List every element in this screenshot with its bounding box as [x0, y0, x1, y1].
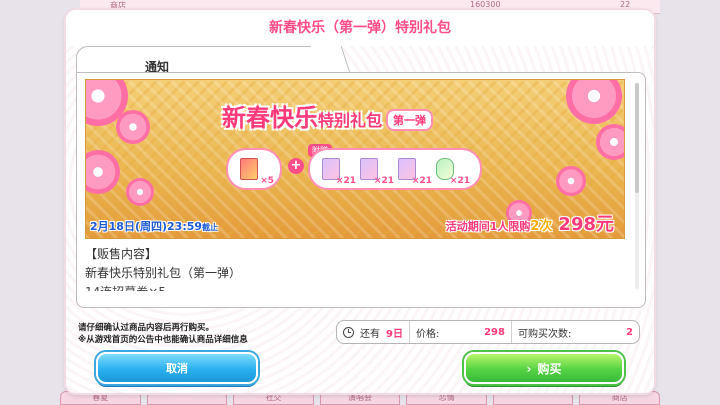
deadline-suffix: 截止: [202, 223, 219, 232]
limit-count: 2次: [530, 219, 553, 234]
banner-price: 298元: [558, 214, 614, 235]
banner-title-main: 新春快乐: [222, 103, 318, 132]
flower-decoration: [556, 166, 586, 196]
cushion-icon: ×21: [432, 154, 470, 186]
flower-decoration: [566, 80, 622, 124]
item-qty: ×21: [449, 176, 470, 186]
bg-tab: [146, 391, 228, 405]
bg-tab: 社交: [233, 391, 314, 405]
description-heading: 【贩售内容】: [85, 247, 158, 261]
price-cell: 价格: 298: [408, 321, 511, 343]
clock-icon: [343, 326, 354, 338]
flower-decoration: [596, 124, 624, 160]
plus-icon: +: [288, 158, 304, 174]
flower-decoration: [86, 150, 120, 194]
card-icon: ×21: [318, 154, 356, 186]
bg-tab: 春夏: [60, 391, 141, 405]
main-item-group: ×5: [226, 148, 282, 190]
item-qty: ×21: [373, 176, 394, 186]
purchase-dialog: 新春快乐（第一弹）特别礼包 通知 新春快乐特别礼包第一弹 ×5 + 附: [66, 10, 654, 393]
pack-banner: 新春快乐特别礼包第一弹 ×5 + 附赠 ×21 ×21: [85, 79, 625, 239]
content-scrollbar[interactable]: [635, 83, 639, 289]
ticket-icon-shape: [240, 158, 258, 180]
purchase-limit: 活动期间1人限购2次 298元: [446, 210, 614, 236]
remaining-value: 9日: [386, 328, 403, 340]
purchasable-value: 2: [626, 326, 633, 338]
notice-content[interactable]: 新春快乐特别礼包第一弹 ×5 + 附赠 ×21 ×21: [76, 72, 646, 308]
flower-decoration: [126, 178, 154, 206]
card-icon: ×21: [394, 154, 432, 186]
banner-tag: 第一弹: [386, 108, 434, 131]
price-value: 298: [484, 326, 505, 338]
purchasable-cell: 可购买次数: 2: [510, 321, 639, 343]
bonus-item-group: ×21 ×21 ×21 ×21: [308, 148, 482, 190]
chevron-right-icon: ›: [526, 362, 532, 376]
purchase-info-bar: 还有 9日 价格: 298 可购买次数: 2: [336, 320, 640, 344]
flower-decoration: [116, 110, 150, 144]
price-label: 价格:: [415, 328, 440, 340]
limit-text: 活动期间1人限购: [445, 220, 531, 233]
banner-title: 新春快乐特别礼包 第一弹: [222, 98, 434, 133]
notes: 请仔细确认过商品内容后再行购买。 ※从游戏首页的公告中也能确认商品详细信息: [78, 322, 248, 346]
bg-tab: 商店: [579, 391, 661, 405]
description-line: 14连招募卷×5: [85, 283, 241, 291]
cancel-button[interactable]: 取消: [96, 352, 258, 384]
dialog-title: 新春快乐（第一弹）特别礼包: [66, 10, 654, 46]
ticket-icon: ×5: [236, 154, 274, 186]
note-line: 请仔细确认过商品内容后再行购买。: [78, 323, 215, 333]
buy-button[interactable]: › 购买: [464, 352, 624, 384]
remaining-label: 还有: [360, 328, 380, 340]
banner-title-suffix: 特别礼包: [318, 111, 383, 130]
item-qty: ×5: [260, 176, 274, 186]
background-bottom-tabs: 春夏 社交 演唱会 恋情 商店: [60, 391, 661, 405]
cancel-button-label: 取消: [166, 362, 188, 375]
bg-tab: 恋情: [406, 391, 487, 405]
remaining-cell: 还有 9日: [337, 321, 409, 343]
buy-button-label: 购买: [537, 362, 562, 376]
deadline-text: 2月18日(周四)23:59截止: [90, 218, 218, 234]
item-qty: ×21: [335, 176, 356, 186]
note-line: ※从游戏首页的公告中也能确认商品详细信息: [78, 335, 248, 345]
item-qty: ×21: [411, 176, 432, 186]
bg-tab: [492, 391, 574, 405]
deadline-date: 2月18日(周四)23:59: [90, 220, 203, 233]
description: 【贩售内容】 新春快乐特别礼包（第一弹） 14连招募卷×5: [85, 245, 241, 291]
description-line: 新春快乐特别礼包（第一弹）: [85, 266, 242, 280]
purchasable-label: 可购买次数:: [517, 328, 572, 340]
bg-tab: 演唱会: [319, 391, 401, 405]
card-icon: ×21: [356, 154, 394, 186]
scrollbar-thumb[interactable]: [635, 83, 639, 193]
